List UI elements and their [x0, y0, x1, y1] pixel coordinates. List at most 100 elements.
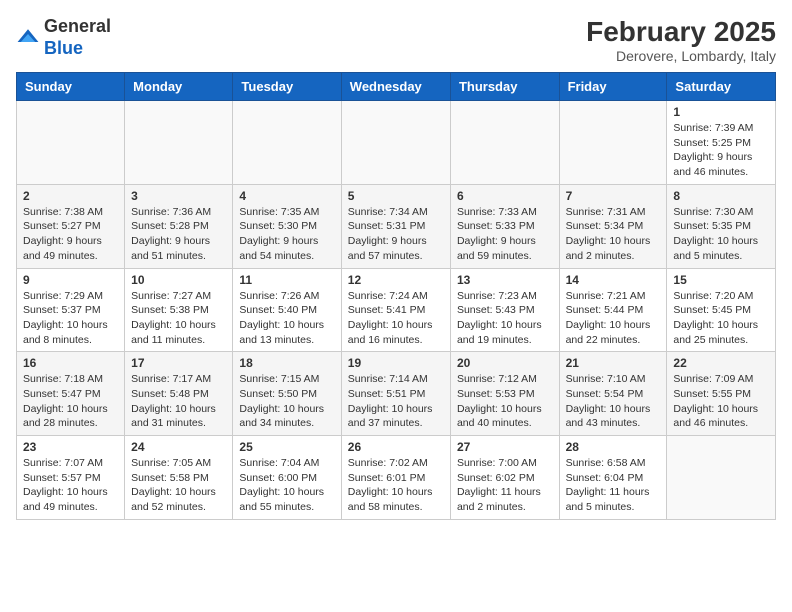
day-info: Sunrise: 7:27 AM Sunset: 5:38 PM Dayligh… — [131, 289, 226, 348]
calendar-cell: 13 Sunrise: 7:23 AM Sunset: 5:43 PM Dayli… — [450, 268, 559, 352]
day-number: 27 — [457, 440, 553, 454]
calendar-cell: 19 Sunrise: 7:14 AM Sunset: 5:51 PM Dayli… — [341, 352, 450, 436]
day-info: Sunrise: 7:15 AM Sunset: 5:50 PM Dayligh… — [239, 372, 334, 431]
day-info: Sunrise: 7:04 AM Sunset: 6:00 PM Dayligh… — [239, 456, 334, 515]
day-number: 14 — [566, 273, 661, 287]
day-number: 19 — [348, 356, 444, 370]
calendar-cell — [667, 436, 776, 520]
day-info: Sunrise: 7:07 AM Sunset: 5:57 PM Dayligh… — [23, 456, 118, 515]
day-info: Sunrise: 7:10 AM Sunset: 5:54 PM Dayligh… — [566, 372, 661, 431]
location-subtitle: Derovere, Lombardy, Italy — [586, 48, 776, 64]
day-number: 10 — [131, 273, 226, 287]
calendar-week-row: 2 Sunrise: 7:38 AM Sunset: 5:27 PM Daylig… — [17, 184, 776, 268]
calendar-cell: 23 Sunrise: 7:07 AM Sunset: 5:57 PM Dayli… — [17, 436, 125, 520]
day-info: Sunrise: 7:39 AM Sunset: 5:25 PM Dayligh… — [673, 121, 769, 180]
calendar-cell: 24 Sunrise: 7:05 AM Sunset: 5:58 PM Dayli… — [125, 436, 233, 520]
calendar-cell: 5 Sunrise: 7:34 AM Sunset: 5:31 PM Daylig… — [341, 184, 450, 268]
day-number: 3 — [131, 189, 226, 203]
day-number: 24 — [131, 440, 226, 454]
calendar-cell: 6 Sunrise: 7:33 AM Sunset: 5:33 PM Daylig… — [450, 184, 559, 268]
day-number: 13 — [457, 273, 553, 287]
weekday-header-tuesday: Tuesday — [233, 73, 341, 101]
day-info: Sunrise: 7:02 AM Sunset: 6:01 PM Dayligh… — [348, 456, 444, 515]
calendar-week-row: 9 Sunrise: 7:29 AM Sunset: 5:37 PM Daylig… — [17, 268, 776, 352]
day-number: 1 — [673, 105, 769, 119]
day-info: Sunrise: 7:14 AM Sunset: 5:51 PM Dayligh… — [348, 372, 444, 431]
calendar-cell: 27 Sunrise: 7:00 AM Sunset: 6:02 PM Dayli… — [450, 436, 559, 520]
calendar-cell: 11 Sunrise: 7:26 AM Sunset: 5:40 PM Dayli… — [233, 268, 341, 352]
calendar-cell: 20 Sunrise: 7:12 AM Sunset: 5:53 PM Dayli… — [450, 352, 559, 436]
day-info: Sunrise: 7:20 AM Sunset: 5:45 PM Dayligh… — [673, 289, 769, 348]
day-info: Sunrise: 7:29 AM Sunset: 5:37 PM Dayligh… — [23, 289, 118, 348]
day-info: Sunrise: 7:21 AM Sunset: 5:44 PM Dayligh… — [566, 289, 661, 348]
calendar-cell — [125, 101, 233, 185]
logo-icon — [16, 26, 40, 50]
calendar-cell: 9 Sunrise: 7:29 AM Sunset: 5:37 PM Daylig… — [17, 268, 125, 352]
weekday-header-friday: Friday — [559, 73, 667, 101]
day-number: 12 — [348, 273, 444, 287]
calendar-cell: 28Sunrise: 6:58 AM Sunset: 6:04 PM Dayli… — [559, 436, 667, 520]
day-info: Sunrise: 7:35 AM Sunset: 5:30 PM Dayligh… — [239, 205, 334, 264]
day-number: 11 — [239, 273, 334, 287]
logo-blue: Blue — [44, 38, 83, 58]
calendar-cell: 7Sunrise: 7:31 AM Sunset: 5:34 PM Daylig… — [559, 184, 667, 268]
day-info: Sunrise: 7:18 AM Sunset: 5:47 PM Dayligh… — [23, 372, 118, 431]
logo-general: General — [44, 16, 111, 36]
month-year-title: February 2025 — [586, 16, 776, 48]
calendar-cell: 8 Sunrise: 7:30 AM Sunset: 5:35 PM Daylig… — [667, 184, 776, 268]
calendar-cell: 18 Sunrise: 7:15 AM Sunset: 5:50 PM Dayli… — [233, 352, 341, 436]
calendar-week-row: 23 Sunrise: 7:07 AM Sunset: 5:57 PM Dayli… — [17, 436, 776, 520]
day-number: 20 — [457, 356, 553, 370]
day-info: Sunrise: 7:24 AM Sunset: 5:41 PM Dayligh… — [348, 289, 444, 348]
day-info: Sunrise: 6:58 AM Sunset: 6:04 PM Dayligh… — [566, 456, 661, 515]
calendar-cell: 21 Sunrise: 7:10 AM Sunset: 5:54 PM Dayli… — [559, 352, 667, 436]
calendar-cell: 25Sunrise: 7:04 AM Sunset: 6:00 PM Dayli… — [233, 436, 341, 520]
day-info: Sunrise: 7:33 AM Sunset: 5:33 PM Dayligh… — [457, 205, 553, 264]
day-number: 21 — [566, 356, 661, 370]
day-info: Sunrise: 7:05 AM Sunset: 5:58 PM Dayligh… — [131, 456, 226, 515]
weekday-header-saturday: Saturday — [667, 73, 776, 101]
day-info: Sunrise: 7:38 AM Sunset: 5:27 PM Dayligh… — [23, 205, 118, 264]
logo: General Blue — [16, 16, 111, 59]
day-number: 2 — [23, 189, 118, 203]
calendar-cell: 4 Sunrise: 7:35 AM Sunset: 5:30 PM Daylig… — [233, 184, 341, 268]
title-block: February 2025 Derovere, Lombardy, Italy — [586, 16, 776, 64]
day-info: Sunrise: 7:09 AM Sunset: 5:55 PM Dayligh… — [673, 372, 769, 431]
calendar-cell — [233, 101, 341, 185]
day-info: Sunrise: 7:30 AM Sunset: 5:35 PM Dayligh… — [673, 205, 769, 264]
calendar-cell: 3 Sunrise: 7:36 AM Sunset: 5:28 PM Daylig… — [125, 184, 233, 268]
day-info: Sunrise: 7:17 AM Sunset: 5:48 PM Dayligh… — [131, 372, 226, 431]
weekday-header-wednesday: Wednesday — [341, 73, 450, 101]
calendar-cell: 26 Sunrise: 7:02 AM Sunset: 6:01 PM Dayli… — [341, 436, 450, 520]
day-number: 5 — [348, 189, 444, 203]
day-info: Sunrise: 7:12 AM Sunset: 5:53 PM Dayligh… — [457, 372, 553, 431]
day-number: 26 — [348, 440, 444, 454]
weekday-header-monday: Monday — [125, 73, 233, 101]
day-number: 23 — [23, 440, 118, 454]
calendar-cell — [559, 101, 667, 185]
day-number: 4 — [239, 189, 334, 203]
day-number: 18 — [239, 356, 334, 370]
calendar-cell: 14 Sunrise: 7:21 AM Sunset: 5:44 PM Dayli… — [559, 268, 667, 352]
calendar-cell: 22Sunrise: 7:09 AM Sunset: 5:55 PM Dayli… — [667, 352, 776, 436]
calendar-cell: 10 Sunrise: 7:27 AM Sunset: 5:38 PM Dayli… — [125, 268, 233, 352]
page-header: General Blue February 2025 Derovere, Lom… — [16, 16, 776, 64]
day-info: Sunrise: 7:26 AM Sunset: 5:40 PM Dayligh… — [239, 289, 334, 348]
day-number: 8 — [673, 189, 769, 203]
day-number: 6 — [457, 189, 553, 203]
day-info: Sunrise: 7:36 AM Sunset: 5:28 PM Dayligh… — [131, 205, 226, 264]
logo-text: General Blue — [44, 16, 111, 59]
day-number: 15 — [673, 273, 769, 287]
calendar-week-row: 1 Sunrise: 7:39 AM Sunset: 5:25 PM Daylig… — [17, 101, 776, 185]
day-info: Sunrise: 7:34 AM Sunset: 5:31 PM Dayligh… — [348, 205, 444, 264]
day-number: 7 — [566, 189, 661, 203]
day-number: 9 — [23, 273, 118, 287]
weekday-header-row: SundayMondayTuesdayWednesdayThursdayFrid… — [17, 73, 776, 101]
day-info: Sunrise: 7:00 AM Sunset: 6:02 PM Dayligh… — [457, 456, 553, 515]
calendar-cell: 15 Sunrise: 7:20 AM Sunset: 5:45 PM Dayli… — [667, 268, 776, 352]
weekday-header-thursday: Thursday — [450, 73, 559, 101]
day-number: 17 — [131, 356, 226, 370]
calendar-cell: 1 Sunrise: 7:39 AM Sunset: 5:25 PM Daylig… — [667, 101, 776, 185]
calendar-table: SundayMondayTuesdayWednesdayThursdayFrid… — [16, 72, 776, 520]
day-info: Sunrise: 7:23 AM Sunset: 5:43 PM Dayligh… — [457, 289, 553, 348]
